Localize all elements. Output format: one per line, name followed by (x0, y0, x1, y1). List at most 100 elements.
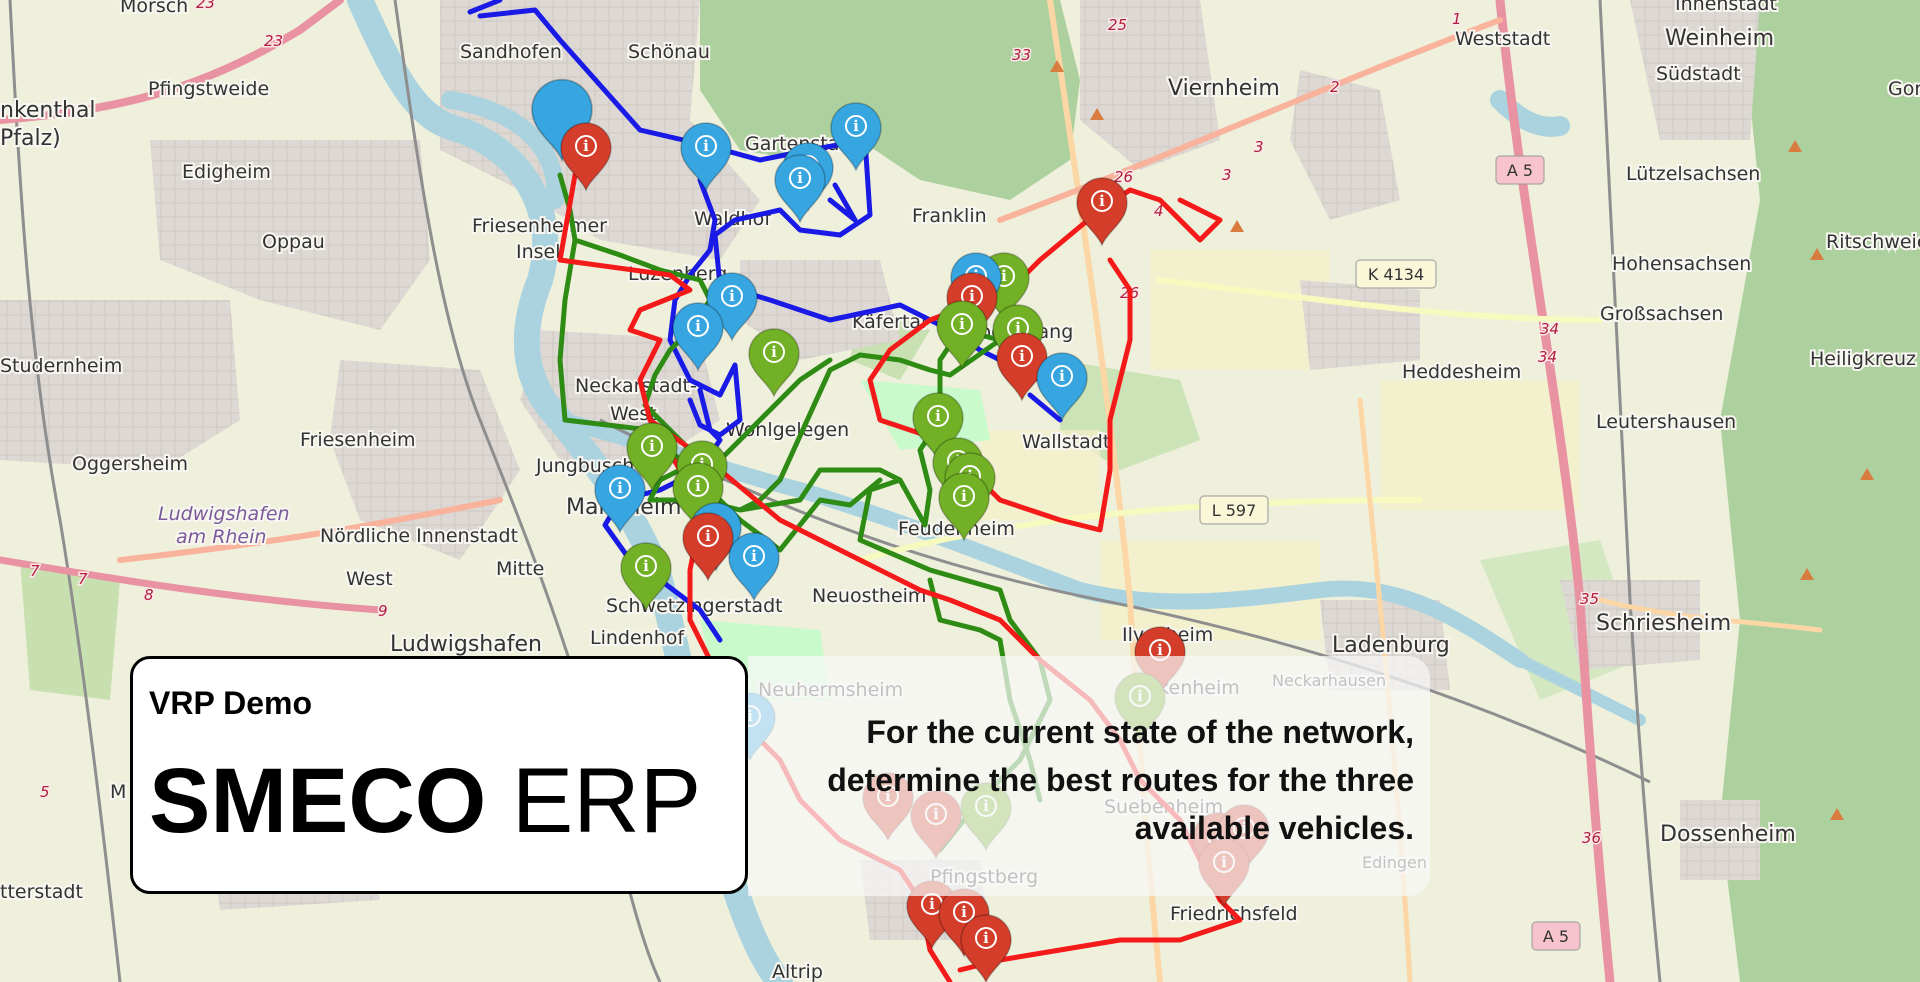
place-label: Hohensachsen (1612, 253, 1751, 275)
road-number: 33 (1012, 46, 1031, 64)
road-number: 25 (1108, 16, 1127, 34)
svg-text:i: i (771, 343, 777, 361)
svg-text:i: i (751, 547, 757, 565)
svg-text:i: i (797, 169, 803, 187)
svg-text:i: i (703, 137, 709, 155)
place-label: Wallstadt (1022, 431, 1110, 453)
place-label: Ludwigshafen (158, 503, 290, 525)
place-label: Dossenheim (1660, 822, 1796, 847)
svg-text:L 597: L 597 (1212, 501, 1257, 520)
svg-text:i: i (961, 903, 967, 921)
svg-text:i: i (1099, 192, 1105, 210)
description-line-3: available vehicles. (1134, 810, 1414, 846)
road-number: 7 (78, 570, 88, 588)
place-label: Schriesheim (1596, 611, 1731, 636)
place-label: Mitte (496, 558, 544, 580)
place-label: Südstadt (1656, 63, 1741, 85)
place-label: Franklin (912, 205, 987, 227)
place-label: Weinheim (1665, 26, 1774, 51)
svg-text:i: i (617, 479, 623, 497)
svg-text:i: i (1019, 347, 1025, 365)
road-shield: L 597 (1199, 495, 1269, 525)
place-label: Altrip (772, 961, 823, 982)
place-label: Lindenhof (590, 627, 685, 649)
place-label: Ritschweier (1826, 231, 1920, 253)
brand-light: ERP (486, 750, 702, 852)
place-label: am Rhein (176, 526, 266, 548)
road-number: 36 (1582, 829, 1601, 847)
svg-text:K 4134: K 4134 (1368, 265, 1424, 284)
road-number: 23 (264, 32, 283, 50)
place-label: Heiligkreuz (1810, 348, 1916, 370)
svg-text:i: i (983, 929, 989, 947)
brand-title: SMECO ERP (149, 755, 729, 847)
place-label: Edigheim (182, 161, 271, 183)
svg-text:i: i (959, 315, 965, 333)
svg-text:i: i (929, 895, 935, 913)
place-label: Gorx (1888, 78, 1920, 100)
svg-text:i: i (935, 407, 941, 425)
place-label: West (346, 568, 393, 590)
place-label: tterstadt (0, 881, 83, 903)
road-number: 34 (1540, 320, 1559, 338)
description-line-2: determine the best routes for the three (827, 762, 1414, 798)
svg-text:i: i (695, 477, 701, 495)
place-label: Sandhofen (460, 41, 562, 63)
place-label: Lützelsachsen (1626, 163, 1760, 185)
place-label: Oggersheim (72, 453, 188, 475)
road-number: 7 (30, 562, 40, 580)
place-label: Weststadt (1455, 28, 1550, 50)
place-label: nkenthal (0, 98, 96, 123)
svg-text:i: i (729, 287, 735, 305)
place-label: Friesenheimer (472, 215, 607, 237)
road-number: 3 (1222, 166, 1232, 184)
svg-text:A 5: A 5 (1543, 927, 1569, 946)
kicker-label: VRP Demo (149, 685, 313, 721)
brand-bold: SMECO (149, 750, 487, 852)
svg-text:i: i (1001, 267, 1007, 285)
place-label: Pfingstweide (148, 78, 269, 100)
road-number: 5 (40, 783, 50, 801)
road-number: 9 (378, 602, 388, 620)
road-number: 23 (196, 0, 215, 12)
place-label: Innenstadt (1675, 0, 1777, 15)
place-label: Studernheim (0, 355, 122, 377)
title-card: VRP Demo SMECO ERP (130, 656, 748, 894)
road-number: 3 (1254, 138, 1264, 156)
place-label: Neuostheim (812, 585, 926, 607)
svg-text:i: i (695, 317, 701, 335)
place-label: M (110, 781, 126, 803)
place-label: Leutershausen (1596, 411, 1736, 433)
place-label: Oppau (262, 231, 325, 253)
svg-text:i: i (643, 557, 649, 575)
place-label: Neckarstadt- (575, 375, 697, 397)
svg-text:i: i (853, 117, 859, 135)
description-text: For the current state of the network, de… (754, 708, 1414, 852)
place-label: Nördliche Innenstadt (320, 525, 518, 547)
place-label: Schönau (628, 41, 710, 63)
road-shield: K 4134 (1355, 259, 1437, 289)
svg-text:i: i (705, 527, 711, 545)
place-label: Friesenheim (300, 429, 415, 451)
road-shield: A 5 (1495, 155, 1545, 185)
place-label: Viernheim (1168, 76, 1280, 101)
svg-text:i: i (583, 137, 589, 155)
road-shield: A 5 (1531, 921, 1581, 951)
road-number: 1 (1452, 10, 1462, 28)
svg-text:i: i (961, 487, 967, 505)
road-number: 35 (1580, 590, 1599, 608)
place-label: Insel (516, 241, 561, 263)
description-line-1: For the current state of the network, (866, 714, 1414, 750)
svg-text:i: i (649, 437, 655, 455)
road-number: 34 (1538, 348, 1557, 366)
place-label: Großsachsen (1600, 303, 1723, 325)
place-label: Morsch (120, 0, 188, 17)
svg-text:i: i (1059, 367, 1065, 385)
description-panel: For the current state of the network, de… (748, 656, 1430, 896)
road-number: 8 (144, 586, 154, 604)
place-label: Pfalz) (0, 126, 61, 151)
road-number: 2 (1330, 78, 1340, 96)
place-label: Ludwigshafen (390, 632, 542, 657)
place-label: Ladenburg (1332, 633, 1450, 658)
svg-text:A 5: A 5 (1507, 161, 1533, 180)
